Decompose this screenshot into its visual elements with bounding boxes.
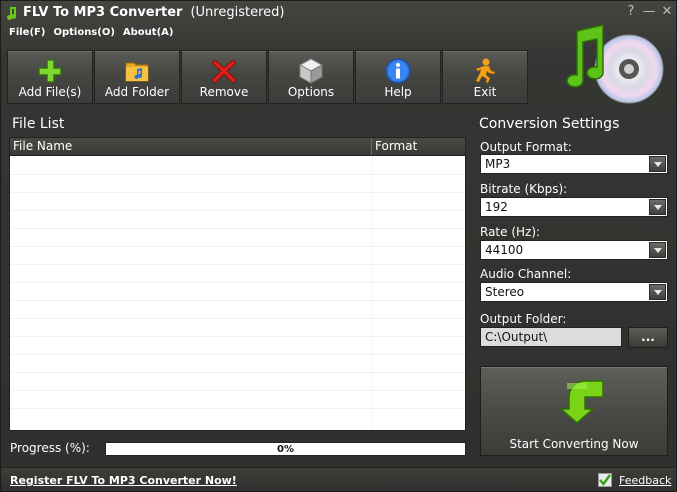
column-divider [372,156,373,430]
help-window-button[interactable]: ? [623,4,639,20]
row-divider [10,264,465,265]
title-bar: FLV To MP3 Converter (Unregistered) ? — ✕ [1,1,676,25]
x-icon [211,59,237,84]
remove-button[interactable]: Remove [181,50,267,104]
row-divider [10,228,465,229]
toolbar: Add File(s) Add Folder Remove Options He… [7,50,528,104]
audio-channel-value: Stereo [485,285,525,299]
column-file-name[interactable]: File Name [10,138,372,155]
feedback-link[interactable]: Feedback [619,474,671,487]
app-title: FLV To MP3 Converter [23,5,183,20]
rate-label: Rate (Hz): [480,225,541,239]
window-title: FLV To MP3 Converter (Unregistered) [23,5,284,20]
register-link[interactable]: Register FLV To MP3 Converter Now! [10,474,237,487]
options-button[interactable]: Options [268,50,354,104]
output-format-select[interactable]: MP3 [480,154,668,174]
running-man-icon [475,58,496,84]
row-divider [10,390,465,391]
app-window: FLV To MP3 Converter (Unregistered) ? — ✕… [0,0,677,492]
status-bar: Register FLV To MP3 Converter Now! Feedb… [1,467,676,491]
add-files-button[interactable]: Add File(s) [7,50,93,104]
audio-channel-select[interactable]: Stereo [480,282,668,302]
column-format[interactable]: Format [372,138,465,155]
registration-status: (Unregistered) [190,5,285,20]
row-divider [10,354,465,355]
row-divider [10,174,465,175]
row-divider [10,246,465,247]
add-files-label: Add File(s) [18,85,82,99]
rate-value: 44100 [485,243,524,257]
row-divider [10,372,465,373]
exit-button[interactable]: Exit [442,50,528,104]
file-list-header: File Name Format [10,138,465,156]
exit-label: Exit [473,85,497,99]
green-down-arrow-icon [559,380,603,424]
file-list-body[interactable] [10,156,465,430]
add-folder-button[interactable]: Add Folder [94,50,180,104]
progress-text: 0% [277,444,294,455]
menu-file[interactable]: File(F) [9,27,45,43]
output-format-label: Output Format: [480,140,572,154]
progress-bar: 0% [105,442,466,456]
chevron-down-icon[interactable] [649,284,666,300]
row-divider [10,192,465,193]
help-button[interactable]: Help [355,50,441,104]
output-folder-value: C:\Output\ [485,330,548,344]
options-label: Options [287,85,335,99]
row-divider [10,336,465,337]
chevron-down-icon[interactable] [649,242,666,258]
help-label: Help [384,85,412,99]
start-converting-button[interactable]: Start Converting Now [480,366,668,456]
row-divider [10,210,465,211]
row-divider [10,408,465,409]
folder-music-icon [125,62,149,82]
menu-bar: File(F) Options(O) About(A) [9,27,173,43]
output-folder-field[interactable]: C:\Output\ [480,327,622,347]
remove-label: Remove [199,85,249,99]
file-list[interactable]: File Name Format [9,137,466,431]
bitrate-value: 192 [485,200,508,214]
conversion-settings-title: Conversion Settings [479,116,620,132]
rate-select[interactable]: 44100 [480,240,668,260]
output-format-value: MP3 [485,157,511,171]
row-divider [10,300,465,301]
app-logo-icon [7,7,17,20]
file-list-title: File List [12,116,65,132]
menu-about[interactable]: About(A) [123,27,174,43]
start-converting-label: Start Converting Now [509,437,639,451]
progress-label: Progress (%): [10,441,90,455]
bitrate-label: Bitrate (Kbps): [480,182,568,196]
cube-icon [298,58,324,84]
chevron-down-icon[interactable] [649,199,666,215]
chevron-down-icon[interactable] [649,156,666,172]
bitrate-select[interactable]: 192 [480,197,668,217]
minimize-button[interactable]: — [641,4,657,20]
row-divider [10,282,465,283]
browse-folder-button[interactable]: ... [628,327,668,348]
output-folder-label: Output Folder: [480,312,567,326]
info-icon [385,58,411,84]
plus-icon [38,59,62,83]
close-button[interactable]: ✕ [659,4,675,20]
audio-channel-label: Audio Channel: [480,267,572,281]
menu-options[interactable]: Options(O) [53,27,114,43]
row-divider [10,318,465,319]
feedback-check-icon [598,473,612,487]
music-cd-logo-icon [566,24,664,104]
add-folder-label: Add Folder [104,85,170,99]
